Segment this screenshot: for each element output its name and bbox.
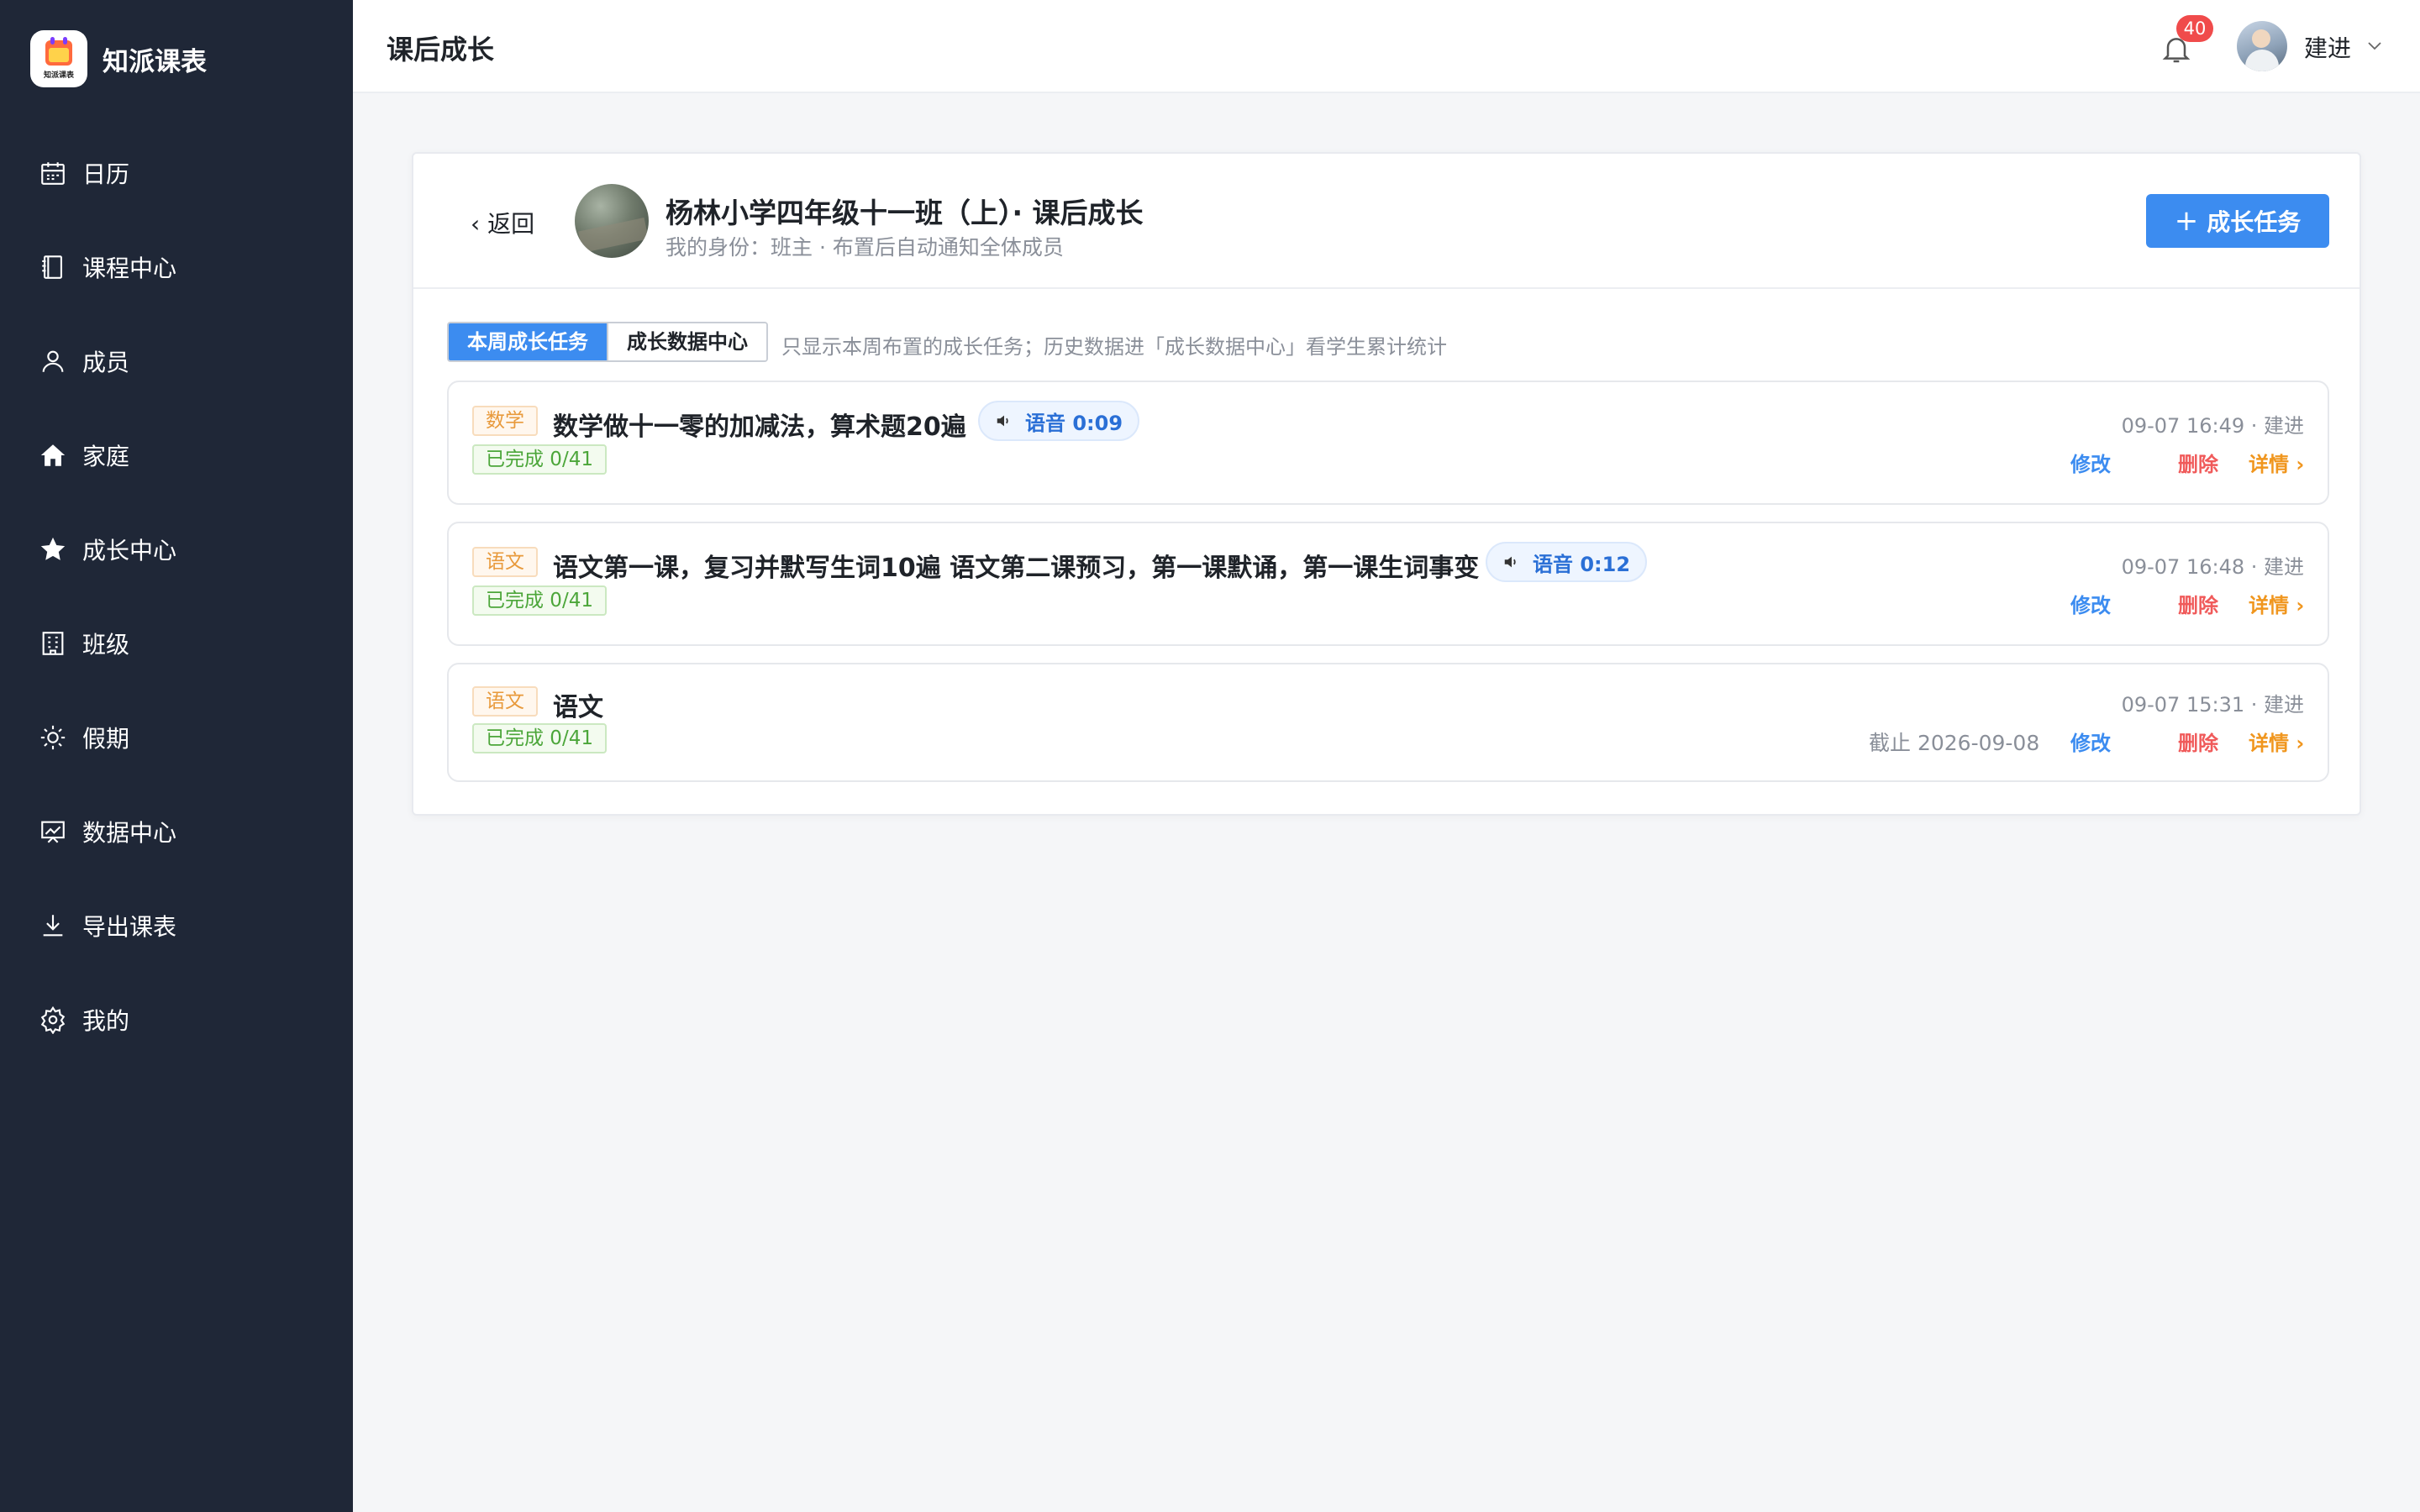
page-title: 课后成长 (387, 34, 495, 66)
logo-text: 知派课表 (43, 71, 74, 80)
sidebar-item-members[interactable]: 成员 (0, 314, 353, 408)
sidebar-item-calendar[interactable]: 日历 (0, 126, 353, 220)
calendar-icon (41, 162, 65, 185)
plus-icon: + (2174, 204, 2199, 238)
sidebar-item-label: 成员 (82, 349, 130, 376)
app-logo: 知派课表 (30, 30, 87, 87)
tab-group: 本周成长任务 成长数据中心 (447, 322, 768, 362)
building-icon (42, 632, 64, 655)
gear-icon (40, 1005, 66, 1034)
task-title: 语文第一课，复习并默写生词10遍 语文第二课预习，第一课默诵，第一课生词事变 (553, 554, 1480, 583)
book-icon (42, 255, 62, 279)
class-subtitle: 我的身份：班主 · 布置后自动通知全体成员 (666, 235, 1064, 260)
edit-button[interactable]: 修改 (2070, 448, 2111, 477)
task-meta: 09-07 16:48 · 建进 (2121, 555, 2304, 579)
edit-button[interactable]: 修改 (2070, 589, 2111, 618)
chevron-down-icon[interactable] (2365, 35, 2385, 55)
task-title: 语文 (553, 693, 603, 722)
subject-tag: 语文 (472, 547, 538, 577)
class-title: 杨林小学四年级十一班（上）· 课后成长 (666, 197, 1144, 229)
sidebar-item-export[interactable]: 导出课表 (0, 879, 353, 973)
sidebar-item-courses[interactable]: 课程中心 (0, 220, 353, 314)
card-header: ‹ 返回 杨林小学四年级十一班（上）· 课后成长 我的身份：班主 · 布置后自动… (413, 154, 2360, 289)
voice-button[interactable]: 语音 0:12 (1486, 542, 1648, 582)
completion-badge: 已完成 0/41 (472, 723, 607, 753)
chevron-left-icon: ‹ (471, 210, 488, 238)
speaker-icon (1504, 556, 1516, 568)
sidebar-item-class[interactable]: 班级 (0, 596, 353, 690)
task-meta: 09-07 16:49 · 建进 (2121, 414, 2304, 438)
brand[interactable]: 知派课表 知派课表 (30, 30, 207, 87)
growth-card: ‹ 返回 杨林小学四年级十一班（上）· 课后成长 我的身份：班主 · 布置后自动… (412, 152, 2361, 816)
notification-badge: 40 (2176, 15, 2213, 42)
back-button[interactable]: ‹ 返回 (471, 206, 534, 239)
back-label: 返回 (487, 210, 535, 238)
user-avatar[interactable] (2237, 21, 2287, 71)
add-growth-task-button[interactable]: + 成长任务 (2146, 194, 2329, 248)
edit-button[interactable]: 修改 (2070, 727, 2111, 756)
tab-weekly-tasks[interactable]: 本周成长任务 (449, 323, 607, 360)
sidebar-item-growth[interactable]: 成长中心 (0, 502, 353, 596)
class-avatar (575, 184, 649, 258)
top-bar: 课后成长 40 建进 (353, 0, 2420, 93)
user-name[interactable]: 建进 (2304, 30, 2351, 64)
sidebar-item-label: 成长中心 (82, 537, 177, 564)
sidebar-item-label: 课程中心 (82, 255, 177, 282)
completion-badge: 已完成 0/41 (472, 444, 607, 475)
download-icon (43, 915, 63, 937)
subject-tag: 数学 (472, 406, 538, 436)
task-title: 数学做十一零的加减法，算术题20遍 (553, 412, 966, 442)
delete-button[interactable]: 删除 (2178, 589, 2218, 618)
star-icon (40, 537, 66, 560)
sidebar-item-family[interactable]: 家庭 (0, 408, 353, 502)
sidebar: 知派课表 知派课表 日历 课程中心 成员 家庭 成长中心 班级 假期 数据中心 … (0, 0, 353, 1512)
sidebar-nav: 日历 课程中心 成员 家庭 成长中心 班级 假期 数据中心 导出课表 我的 (0, 126, 353, 1067)
sun-icon (40, 725, 66, 750)
app-name: 知派课表 (103, 46, 207, 77)
delete-button[interactable]: 删除 (2178, 727, 2218, 756)
sidebar-item-label: 日历 (82, 160, 130, 188)
sidebar-item-holiday[interactable]: 假期 (0, 690, 353, 785)
tab-growth-data-center[interactable]: 成长数据中心 (607, 323, 766, 360)
sidebar-item-label: 班级 (82, 631, 130, 659)
task-item[interactable]: 数学 数学做十一零的加减法，算术题20遍 语音 0:09 已完成 0/41 09… (447, 381, 2329, 505)
task-meta: 09-07 15:31 · 建进 (2121, 693, 2304, 717)
home-icon (40, 444, 66, 466)
tab-hint: 只显示本周布置的成长任务；历史数据进「成长数据中心」看学生累计统计 (781, 335, 1447, 359)
sidebar-item-label: 数据中心 (82, 819, 177, 847)
sidebar-item-label: 家庭 (82, 443, 130, 470)
completion-badge: 已完成 0/41 (472, 585, 607, 616)
task-item[interactable]: 语文 语文 已完成 0/41 09-07 15:31 · 建进 截止 2026-… (447, 663, 2329, 782)
add-button-label: 成长任务 (2207, 208, 2302, 236)
delete-button[interactable]: 删除 (2178, 448, 2218, 477)
task-item[interactable]: 语文 语文第一课，复习并默写生词10遍 语文第二课预习，第一课默诵，第一课生词事… (447, 522, 2329, 646)
detail-button[interactable]: 详情 › (2249, 448, 2304, 477)
voice-label: 语音 0:12 (1533, 552, 1631, 576)
user-icon (42, 350, 64, 372)
sidebar-item-label: 假期 (82, 725, 130, 753)
chart-icon (41, 821, 65, 843)
task-deadline: 截止 2026-09-08 (1869, 731, 2040, 755)
voice-button[interactable]: 语音 0:09 (978, 401, 1140, 441)
sidebar-item-label: 我的 (82, 1007, 130, 1035)
voice-label: 语音 0:09 (1025, 411, 1123, 435)
sidebar-item-data[interactable]: 数据中心 (0, 785, 353, 879)
sidebar-item-mine[interactable]: 我的 (0, 973, 353, 1067)
detail-button[interactable]: 详情 › (2249, 589, 2304, 618)
speaker-icon (997, 415, 1008, 427)
sidebar-item-label: 导出课表 (82, 913, 177, 941)
subject-tag: 语文 (472, 686, 538, 717)
detail-button[interactable]: 详情 › (2249, 727, 2304, 756)
